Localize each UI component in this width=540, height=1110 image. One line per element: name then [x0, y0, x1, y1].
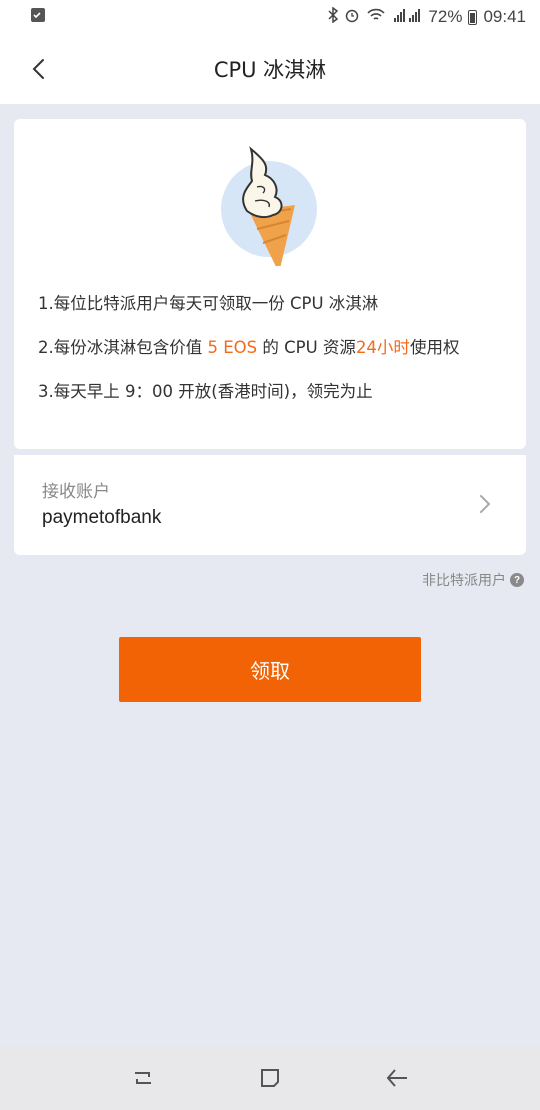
- ice-cream-icon: [219, 141, 329, 273]
- rule-text: 1.每位比特派用户每天可领取一份 CPU 冰淇淋: [38, 294, 379, 313]
- notification-icon: [30, 7, 46, 28]
- page-title: CPU 冰淇淋: [213, 58, 327, 82]
- clock: 09:41: [483, 7, 526, 26]
- recent-apps-button[interactable]: [123, 1058, 163, 1098]
- rule-item-2: 2.每份冰淇淋包含价值 5 EOS 的 CPU 资源24小时使用权: [38, 333, 518, 377]
- home-button[interactable]: [250, 1058, 290, 1098]
- account-value: paymetofbank: [42, 507, 162, 528]
- non-user-label: 非比特派用户: [422, 573, 506, 589]
- rule-text: 的 CPU 资源: [257, 338, 356, 357]
- claim-button[interactable]: 领取: [119, 637, 421, 702]
- system-nav-bar: [0, 1046, 540, 1110]
- rule-item-3: 3.每天早上 9：00 开放(香港时间)，领完为止: [38, 377, 518, 421]
- bluetooth-icon: [328, 6, 339, 27]
- back-nav-button[interactable]: [377, 1058, 417, 1098]
- wifi-icon: [366, 7, 386, 27]
- rules-list: 1.每位比特派用户每天可领取一份 CPU 冰淇淋 2.每份冰淇淋包含价值 5 E…: [38, 289, 518, 421]
- alarm-icon: [344, 7, 360, 27]
- rule-text: 使用权: [409, 338, 460, 357]
- chevron-left-icon: [32, 59, 44, 79]
- info-card: 1.每位比特派用户每天可领取一份 CPU 冰淇淋 2.每份冰淇淋包含价值 5 E…: [14, 119, 526, 449]
- signal-icon: [392, 7, 422, 27]
- account-label: 接收账户: [42, 482, 110, 502]
- help-icon: ?: [510, 573, 524, 587]
- rule-text: 3.每天早上 9：00 开放(香港时间)，领完为止: [38, 382, 373, 401]
- recent-apps-icon: [135, 1072, 152, 1084]
- eos-amount: 5 EOS: [207, 338, 258, 357]
- home-icon: [260, 1069, 279, 1087]
- duration: 24小时: [355, 338, 410, 357]
- app-header: CPU 冰淇淋: [0, 34, 540, 104]
- status-bar: 72% 09:41: [0, 0, 540, 34]
- non-user-link[interactable]: 非比特派用户 ?: [422, 570, 524, 590]
- back-arrow-icon: [386, 1069, 407, 1087]
- battery-icon: [468, 9, 478, 25]
- rule-item-1: 1.每位比特派用户每天可领取一份 CPU 冰淇淋: [38, 289, 518, 333]
- chevron-right-icon: [480, 495, 491, 513]
- battery-percent: 72%: [428, 7, 463, 26]
- back-button[interactable]: [22, 52, 56, 86]
- account-selector[interactable]: 接收账户 paymetofbank: [14, 455, 526, 555]
- rule-text: 2.每份冰淇淋包含价值: [38, 338, 208, 357]
